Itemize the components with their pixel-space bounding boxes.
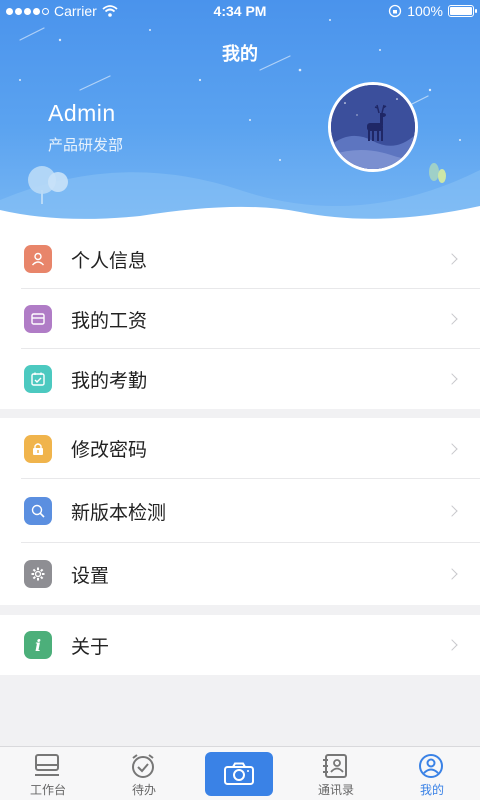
profile-icon bbox=[419, 754, 443, 778]
menu-item-settings[interactable]: 设置 bbox=[0, 543, 480, 605]
menu-item-salary[interactable]: 我的工资 bbox=[0, 289, 480, 349]
menu-item-personal-info[interactable]: 个人信息 bbox=[0, 229, 480, 289]
gear-icon bbox=[24, 560, 52, 588]
menu-item-about[interactable]: i 关于 bbox=[0, 615, 480, 675]
tab-workbench[interactable]: 工作台 bbox=[0, 747, 96, 800]
lock-icon bbox=[24, 434, 52, 463]
chevron-right-icon bbox=[446, 442, 458, 455]
user-department: 产品研发部 bbox=[48, 137, 124, 154]
calendar-check-icon bbox=[24, 365, 52, 393]
camera-button[interactable] bbox=[205, 752, 273, 796]
menu-item-label: 我的工资 bbox=[71, 310, 148, 332]
chevron-right-icon bbox=[446, 505, 458, 517]
battery-percent: 100% bbox=[407, 3, 443, 19]
menu-item-label: 个人信息 bbox=[71, 250, 148, 272]
info-icon: i bbox=[24, 631, 52, 659]
menu-item-label: 设置 bbox=[71, 565, 110, 587]
wallet-icon bbox=[24, 305, 52, 333]
tab-mine[interactable]: 我的 bbox=[384, 747, 480, 800]
chevron-right-icon bbox=[446, 313, 458, 325]
chevron-right-icon bbox=[446, 373, 458, 385]
avatar[interactable] bbox=[328, 82, 418, 172]
profile-header: Carrier 4:34 PM 100% 我的 Admin 产品研发部 bbox=[0, 0, 480, 232]
user-name: Admin bbox=[48, 100, 116, 126]
battery-icon bbox=[448, 5, 477, 17]
menu-item-attendance[interactable]: 我的考勤 bbox=[0, 349, 480, 409]
menu-group-about: i 关于 bbox=[0, 615, 480, 675]
menu-item-version-check[interactable]: 新版本检测 bbox=[0, 479, 480, 543]
tab-contacts[interactable]: 通讯录 bbox=[288, 747, 384, 800]
tab-label: 待办 bbox=[131, 783, 156, 797]
chevron-right-icon bbox=[446, 253, 458, 265]
menu-item-label: 我的考勤 bbox=[71, 370, 148, 392]
person-icon bbox=[24, 245, 52, 273]
header-wave bbox=[0, 206, 480, 232]
tab-label: 我的 bbox=[419, 783, 444, 797]
chevron-right-icon bbox=[446, 639, 458, 651]
workbench-icon bbox=[35, 754, 59, 776]
page-title: 我的 bbox=[222, 44, 258, 64]
orientation-lock-icon bbox=[389, 4, 402, 18]
contacts-icon bbox=[323, 754, 347, 778]
chevron-right-icon bbox=[446, 568, 458, 580]
menu-item-label: 新版本检测 bbox=[71, 502, 167, 524]
alarm-clock-icon bbox=[132, 754, 154, 778]
menu-item-label: 修改密码 bbox=[71, 440, 148, 461]
menu-group-personal: 个人信息 我的工资 我的考勤 bbox=[0, 229, 480, 409]
camera-icon bbox=[224, 762, 254, 785]
status-bar: Carrier 4:34 PM 100% bbox=[0, 0, 480, 22]
menu-item-label: 关于 bbox=[71, 636, 110, 658]
search-update-icon bbox=[24, 497, 52, 525]
tab-label: 通讯录 bbox=[317, 783, 354, 797]
menu-item-change-password[interactable]: 修改密码 bbox=[0, 418, 480, 479]
deer-avatar-image bbox=[331, 85, 415, 169]
tab-todo[interactable]: 待办 bbox=[96, 747, 192, 800]
tab-label: 工作台 bbox=[29, 783, 66, 797]
menu-group-account: 修改密码 新版本检测 设置 bbox=[0, 418, 480, 605]
